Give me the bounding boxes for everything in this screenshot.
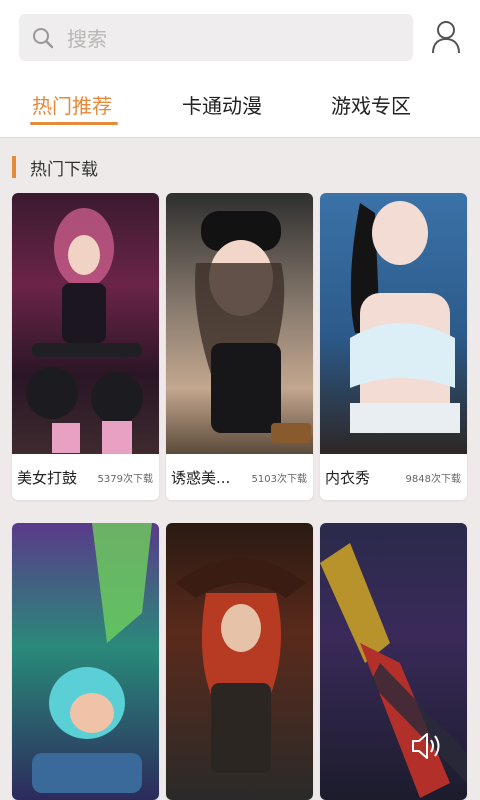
tab-cartoon-anime[interactable]: 卡通动漫 — [182, 90, 262, 119]
download-count: 5103次下载 — [251, 473, 307, 485]
drummer-illustration — [26, 208, 143, 454]
search-bar[interactable]: 搜索 — [19, 14, 413, 61]
category-tabs: 热门推荐 卡通动漫 游戏专区 — [0, 82, 480, 130]
wallpaper-card[interactable]: 诱惑美... 5103次下载 — [166, 193, 313, 500]
card-title: 诱惑美... — [171, 468, 231, 487]
card-title: 美女打鼓 — [17, 468, 78, 487]
game-character-illustration — [176, 558, 306, 773]
tab-hot-recommend[interactable]: 热门推荐 — [32, 90, 112, 119]
game-character-illustration — [32, 523, 152, 793]
wallpaper-thumbnail — [12, 523, 159, 800]
lingerie-model-illustration — [350, 201, 460, 433]
wallpaper-thumbnail — [320, 523, 467, 800]
card-meta: 内衣秀 9848次下载 — [320, 454, 467, 500]
download-count: 9848次下载 — [405, 473, 461, 485]
game-character-illustration — [320, 543, 467, 798]
top-bar: 搜索 热门推荐 卡通动漫 游戏专区 — [0, 0, 480, 138]
active-tab-indicator — [30, 122, 118, 125]
search-icon — [33, 27, 54, 48]
download-count: 5379次下载 — [97, 473, 153, 485]
section-title: 热门下载 — [30, 159, 98, 180]
wallpaper-card[interactable] — [320, 523, 467, 800]
tab-game-zone[interactable]: 游戏专区 — [331, 90, 411, 119]
speaker-icon[interactable] — [408, 728, 444, 764]
section-accent-bar — [12, 156, 16, 178]
wallpaper-card[interactable] — [12, 523, 159, 800]
search-placeholder: 搜索 — [67, 27, 107, 51]
wallpaper-thumbnail — [166, 193, 313, 454]
section-header: 热门下载 — [12, 155, 98, 180]
wallpaper-card[interactable]: 美女打鼓 5379次下载 — [12, 193, 159, 500]
card-meta: 诱惑美... 5103次下载 — [166, 454, 313, 500]
user-icon[interactable] — [430, 20, 462, 54]
wallpaper-thumbnail — [12, 193, 159, 454]
wallpaper-card[interactable]: 内衣秀 9848次下载 — [320, 193, 467, 500]
cap-model-illustration — [195, 211, 311, 443]
wallpaper-thumbnail — [166, 523, 313, 800]
card-title: 内衣秀 — [325, 468, 371, 487]
card-meta: 美女打鼓 5379次下载 — [12, 454, 159, 500]
wallpaper-thumbnail — [320, 193, 467, 454]
wallpaper-card[interactable] — [166, 523, 313, 800]
